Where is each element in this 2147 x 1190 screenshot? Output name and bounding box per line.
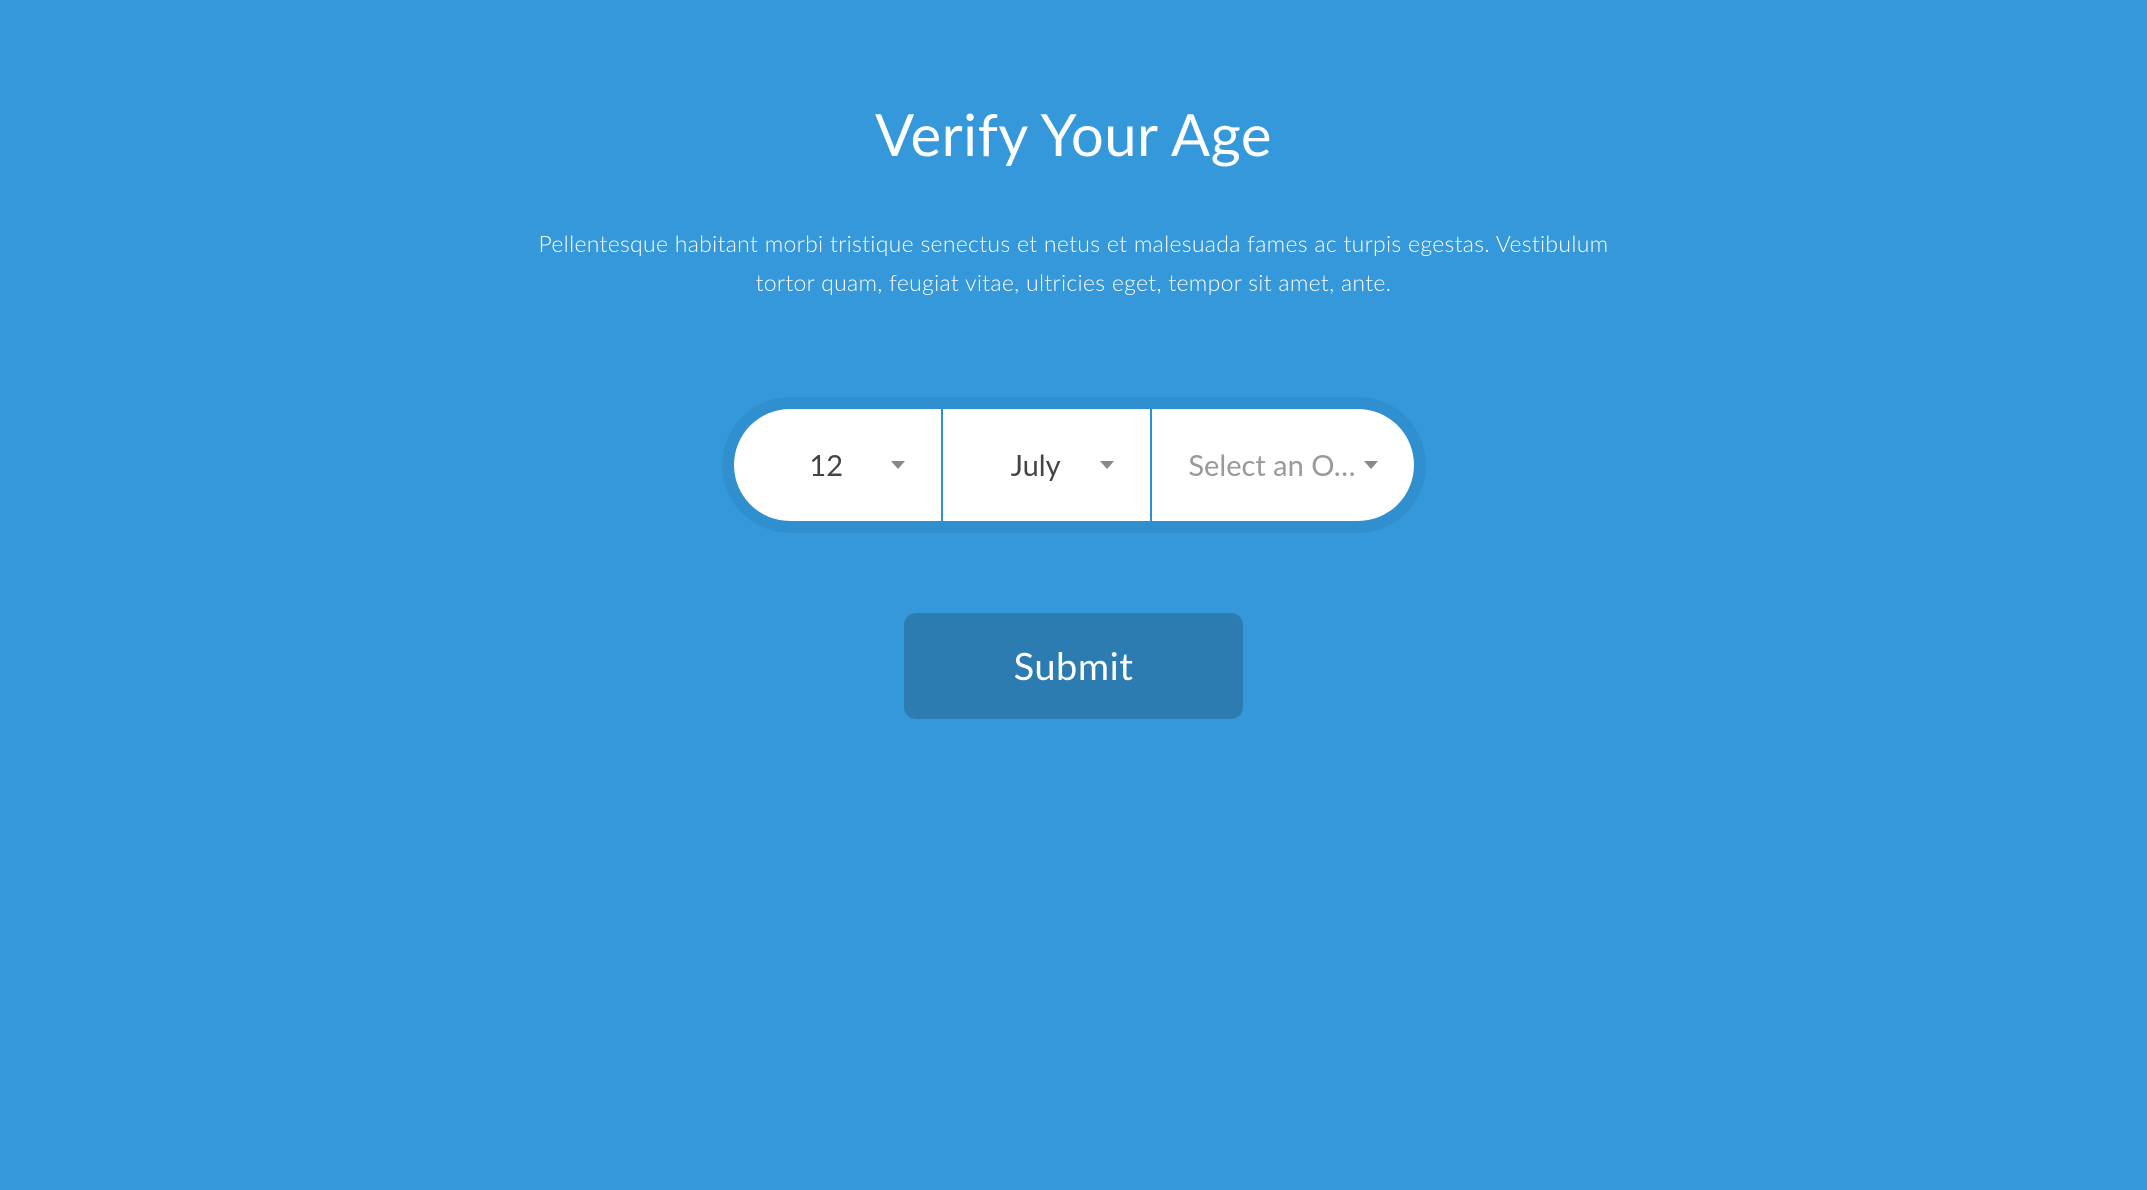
page-description: Pellentesque habitant morbi tristique se… [524,224,1624,302]
date-selector-container: 12 July Select an O… [722,397,1426,533]
month-select-value: July [979,448,1100,483]
submit-button[interactable]: Submit [904,613,1244,719]
caret-down-icon [1364,461,1378,469]
year-select-value: Select an O… [1188,448,1363,483]
day-select[interactable]: 12 [734,409,941,521]
caret-down-icon [1100,461,1114,469]
month-select[interactable]: July [941,409,1150,521]
date-selector: 12 July Select an O… [734,409,1414,521]
year-select[interactable]: Select an O… [1150,409,1413,521]
caret-down-icon [891,461,905,469]
page-title: Verify Your Age [875,100,1272,169]
day-select-value: 12 [770,448,891,483]
